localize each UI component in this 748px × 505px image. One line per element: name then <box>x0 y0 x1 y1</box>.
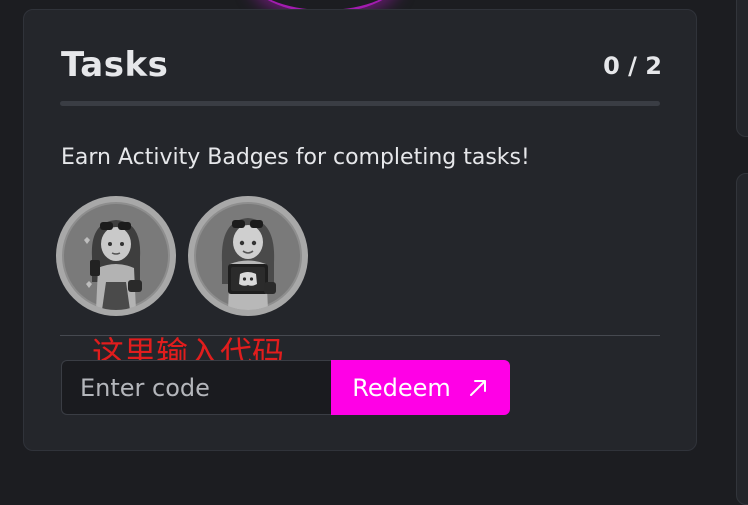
redeem-button-label: Redeem <box>352 373 451 402</box>
arrow-up-right-icon <box>467 377 489 399</box>
title-divider <box>60 101 660 106</box>
girl-with-discord-tablet-badge-icon[interactable] <box>194 202 302 310</box>
tasks-progress: 0 / 2 <box>603 52 662 80</box>
redeem-button[interactable]: Redeem <box>331 360 510 415</box>
side-panel-top <box>736 0 748 137</box>
side-panel-bottom <box>736 173 748 505</box>
tasks-card: Tasks 0 / 2 Earn Activity Badges for com… <box>23 9 697 451</box>
girl-with-phone-badge-icon[interactable] <box>62 202 170 310</box>
code-input[interactable] <box>61 360 331 415</box>
tasks-title: Tasks <box>61 45 169 85</box>
tasks-description: Earn Activity Badges for completing task… <box>61 145 530 170</box>
